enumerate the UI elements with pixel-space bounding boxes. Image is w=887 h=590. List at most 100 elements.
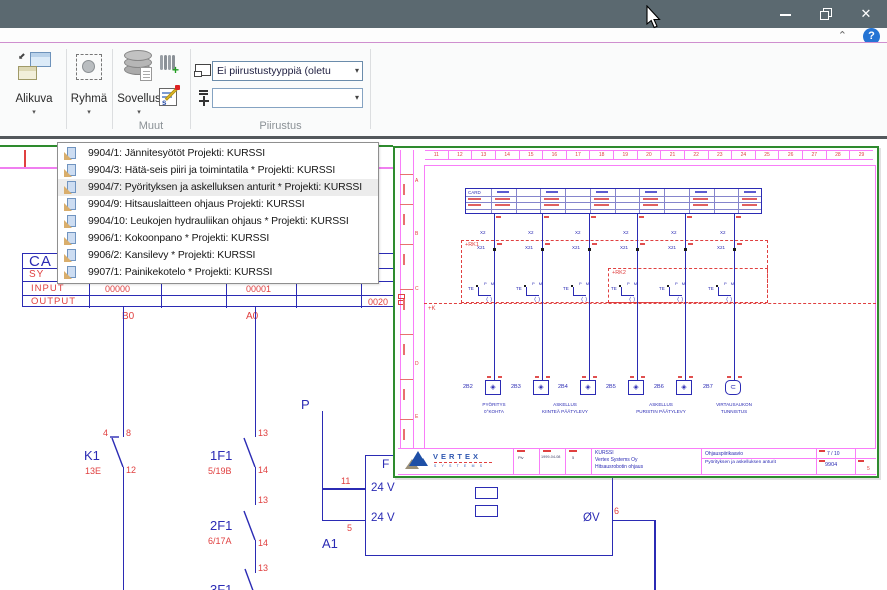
- te-foot: [621, 295, 634, 296]
- strip-divider: [400, 379, 413, 380]
- group-divider: [112, 49, 113, 129]
- close-button[interactable]: ✕: [850, 0, 882, 28]
- sensor-pin-mark: [546, 376, 550, 378]
- drawing-canvas[interactable]: CA SY INPUT OUTPUT 00000 00001 0020 B0 A…: [0, 139, 887, 590]
- red-dot-icon: [175, 85, 180, 90]
- drawing-list-item-label: 9904/1: Jännitesyötöt Projekti: KURSSI: [88, 148, 265, 159]
- drawing-type-value: Ei piirustustyyppiä (oletu: [217, 65, 331, 77]
- field-label-mark: [517, 450, 525, 452]
- titleblock-number: 9904: [825, 462, 837, 468]
- chevron-down-icon: ▾: [355, 89, 359, 107]
- connector-glyph: ⟨⟩: [726, 297, 734, 303]
- terminal-pin-mark: [737, 243, 742, 245]
- chevron-down-icon: ▾: [67, 108, 111, 116]
- sensor-pin-mark: [582, 376, 586, 378]
- zone-rk2-label: +RK2: [612, 270, 626, 276]
- sensor-id: 2B6: [654, 384, 664, 390]
- drawing-file-icon: [63, 197, 79, 212]
- cell-mark: [695, 191, 707, 193]
- row-letter: A: [415, 178, 418, 184]
- drawing-file-icon: [63, 214, 79, 229]
- drawing-dropdown-list: 9904/1: Jännitesyötöt Projekti: KURSSI 99…: [57, 142, 379, 284]
- drawing-list-item[interactable]: 9904/7: Pyörityksen ja askelluksen antur…: [58, 179, 378, 196]
- connector-glyph: ⟨⟩: [534, 297, 542, 303]
- ruler-number: 29: [850, 151, 873, 160]
- macro-add-button[interactable]: +: [158, 53, 182, 77]
- drawing-file-icon: [63, 248, 79, 263]
- minimize-button[interactable]: [770, 0, 802, 28]
- te-foot: [526, 295, 539, 296]
- group-select-icon: [76, 54, 102, 80]
- restore-button[interactable]: [810, 0, 842, 28]
- edit-sheet-button[interactable]: s: [158, 85, 182, 109]
- terminal-dot: [493, 248, 496, 251]
- drawing-list-item[interactable]: 9907/1: Painikekotelo * Projekti: KURSSI: [58, 264, 378, 281]
- terminal-dot: [636, 248, 639, 251]
- terminal-label: X21: [717, 245, 725, 250]
- database-icon: [124, 50, 154, 82]
- cell-mark: [744, 191, 756, 193]
- zone-k-line: [424, 303, 876, 304]
- titleblock-line: [565, 448, 566, 475]
- letter-s: s: [162, 100, 166, 106]
- ruler-cell: 22: [684, 151, 708, 159]
- set-square-shape: [64, 152, 72, 160]
- ryhma-button[interactable]: Ryhmä ▾: [67, 49, 111, 133]
- table-line: [466, 202, 761, 203]
- drawing-type-combo[interactable]: Ei piirustustyyppiä (oletu ▾: [212, 61, 363, 81]
- drawing-list-item[interactable]: 9904/10: Leukojen hydrauliikan ohjaus * …: [58, 213, 378, 230]
- inner-sheet-shape: [194, 71, 202, 77]
- pm-label: P M: [484, 281, 496, 286]
- cell-mark: [468, 204, 481, 206]
- ruler-cell: 20: [637, 151, 661, 159]
- sensor-pin-mark: [593, 376, 597, 378]
- ruler-number: 23: [709, 151, 732, 160]
- table-column-line: [590, 189, 591, 213]
- terminal-label: X2: [623, 230, 629, 235]
- drawing-list-item[interactable]: 9904/9: Hitsauslaitteen ohjaus Projekti:…: [58, 196, 378, 213]
- cell-mark: [693, 204, 708, 206]
- line-shape: [199, 90, 208, 92]
- ruler-number: 21: [661, 151, 684, 160]
- drawing-list-item[interactable]: 9904/1: Jännitesyötöt Projekti: KURSSI: [58, 145, 378, 162]
- pm-label: P M: [675, 281, 687, 286]
- drawing-list-item[interactable]: 9906/1: Kokoonpano * Projekti: KURSSI: [58, 230, 378, 247]
- set-square-shape: [64, 203, 72, 211]
- ruler-number: 12: [449, 151, 472, 160]
- sensor-symbol: ◈: [628, 380, 644, 395]
- second-combo[interactable]: ▾: [212, 88, 363, 108]
- te-foot: [573, 295, 586, 296]
- restore-icon: [820, 11, 829, 20]
- minimize-icon: [780, 14, 791, 16]
- chevron-down-icon: ▾: [355, 62, 359, 80]
- terminal-dot: [684, 248, 687, 251]
- collapse-ribbon-icon[interactable]: ⌃: [838, 29, 847, 42]
- terminal-pin-mark: [688, 243, 693, 245]
- sensor-symbol: ◈: [676, 380, 692, 395]
- ruler-cell: 27: [802, 151, 826, 159]
- sensor-pin-mark: [678, 376, 682, 378]
- alikuva-button[interactable]: ⬋ Alikuva ▾: [4, 49, 64, 133]
- strip-divider: [400, 419, 413, 420]
- ruler-number: 25: [756, 151, 779, 160]
- terminal-pin-mark: [497, 243, 502, 245]
- table-column-line: [714, 189, 715, 213]
- sensor-id: 2B4: [558, 384, 568, 390]
- preview-sheet: 11121314151617181920212223242526272829: [395, 148, 877, 476]
- drawing-preview-window: 11121314151617181920212223242526272829: [393, 146, 879, 478]
- caption-line: VIRTAUSAUKON: [686, 401, 782, 408]
- drawing-list-item[interactable]: 9906/2: Kansilevy * Projekti: KURSSI: [58, 247, 378, 264]
- strip-text-mark: [403, 299, 405, 310]
- terminal-pin-mark: [545, 243, 550, 245]
- ruler-number: 18: [590, 151, 613, 160]
- cell-mark: [693, 198, 708, 200]
- set-square-shape: [64, 220, 72, 228]
- titleblock-line: [539, 448, 540, 475]
- drawing-list-item[interactable]: 9904/3: Hätä-seis piiri ja toimintatila …: [58, 162, 378, 179]
- strip-divider: [400, 244, 413, 245]
- group-label-piirustus: Piirustus: [190, 120, 371, 132]
- terminal-dot: [541, 248, 544, 251]
- ruler-number: 20: [638, 151, 661, 160]
- sensor-id: 2B3: [511, 384, 521, 390]
- window-titlebar-shape: [31, 53, 50, 57]
